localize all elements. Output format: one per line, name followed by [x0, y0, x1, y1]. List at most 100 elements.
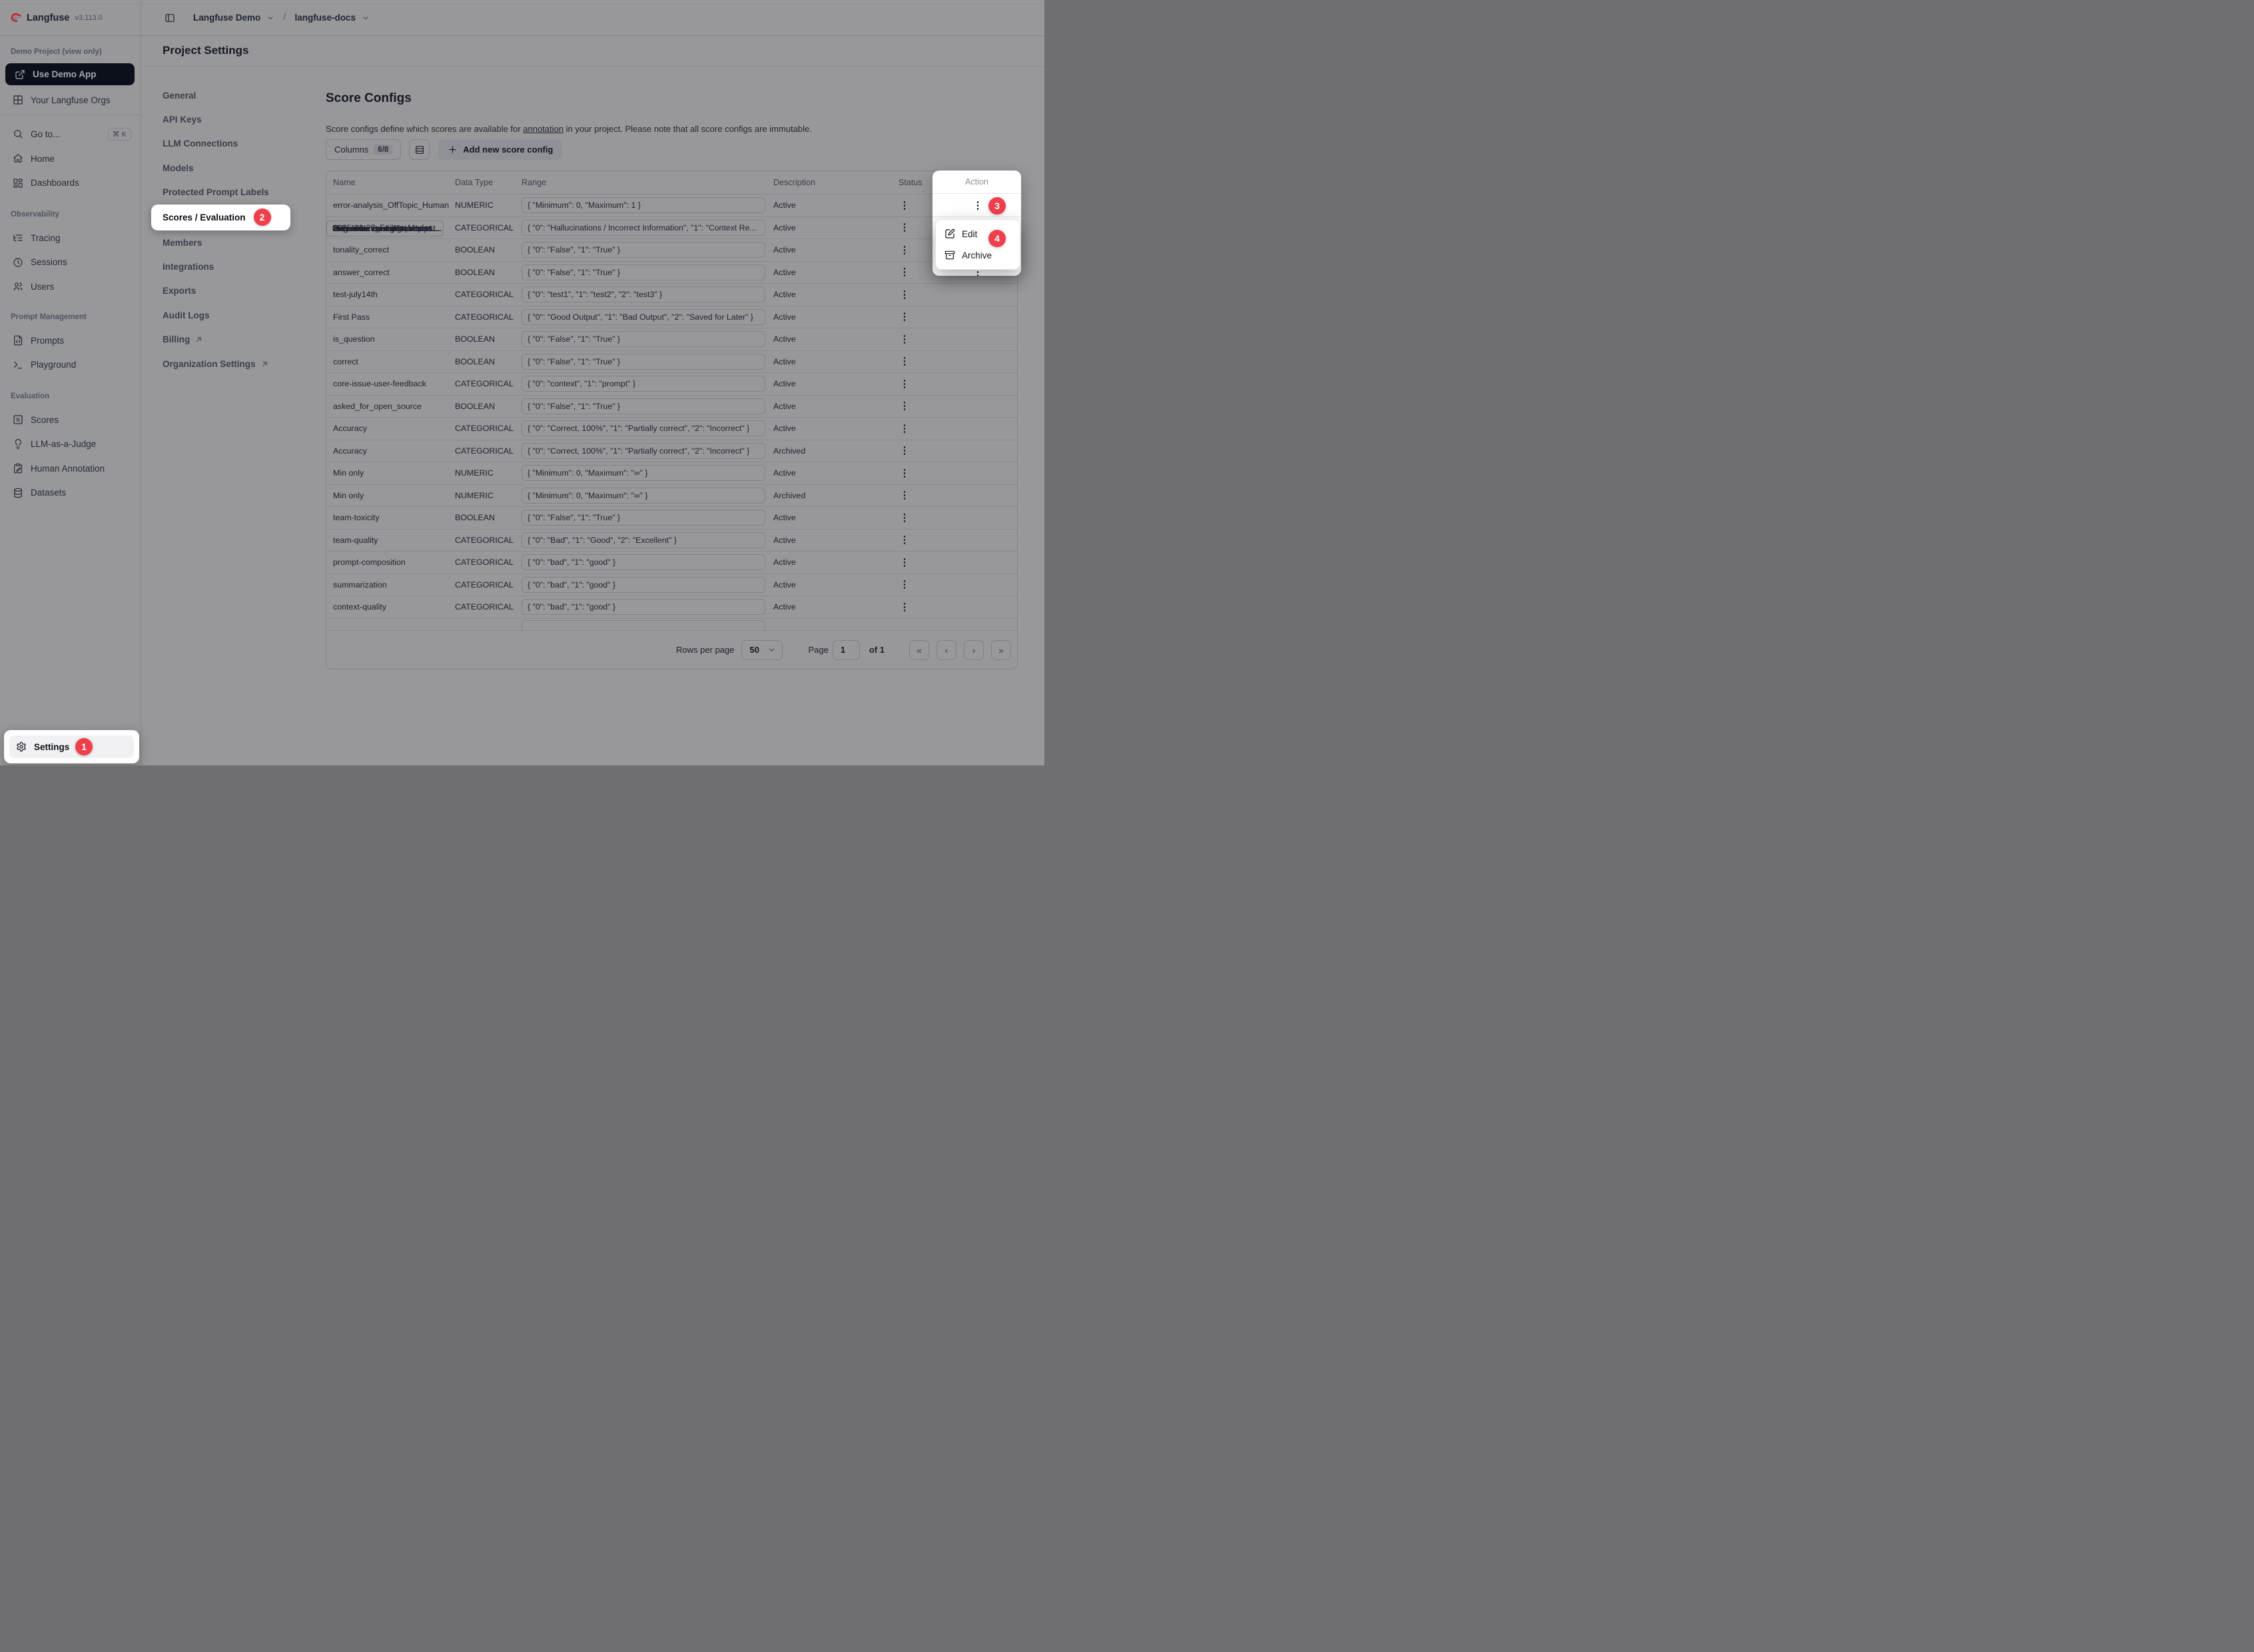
table-row: answer_correct BOOLEAN { "0": "False", "…	[326, 262, 1017, 284]
table-row: Accuracy CATEGORICAL { "0": "Correct, 10…	[326, 440, 1017, 463]
row-actions-kebab[interactable]: ⋮	[899, 379, 911, 389]
settings-nav-item[interactable]: Members	[151, 230, 290, 254]
cell-status: Active	[773, 290, 899, 299]
page-number-input[interactable]: 1	[833, 640, 860, 660]
row-actions-kebab[interactable]: ⋮	[899, 356, 911, 366]
rows-icon	[414, 145, 425, 155]
cell-status: Archived	[773, 491, 899, 500]
settings-nav-item[interactable]: Audit Logs	[151, 303, 290, 327]
action-menu-item[interactable]: Archive	[936, 244, 1020, 266]
rows-per-page-select[interactable]: 50	[741, 640, 783, 660]
sidebar-item-goto[interactable]: Go to... ⌘ K	[0, 122, 141, 147]
pagination-button[interactable]: «	[909, 640, 929, 660]
col-header-range[interactable]: Range	[522, 178, 773, 187]
pagination-button[interactable]: ‹	[937, 640, 956, 660]
row-actions-kebab[interactable]: ⋮	[972, 201, 984, 210]
annotation-link[interactable]: annotation	[523, 124, 564, 134]
sidebar-toggle-icon[interactable]	[165, 13, 175, 23]
action-menu-item[interactable]: Edit	[936, 223, 1020, 244]
pagination-button[interactable]: »	[991, 640, 1011, 660]
settings-nav-item[interactable]: Models	[151, 156, 290, 180]
row-height-button[interactable]	[409, 139, 430, 160]
table-row: Min only NUMERIC { "Minimum": 0, "Maximu…	[326, 485, 1017, 508]
table-body: error-analysis_OffTopic_Human NUMERIC { …	[326, 195, 1017, 630]
settings-nav-item[interactable]: Protected Prompt Labels	[151, 181, 290, 205]
page-title: Project Settings	[163, 44, 248, 57]
clock-icon	[13, 257, 23, 268]
cell-datatype: CATEGORICAL	[455, 602, 522, 612]
topbar: Langfuse v3.113.0 Langfuse Demo / langfu…	[0, 0, 1044, 36]
row-actions-kebab[interactable]: ⋮	[899, 558, 911, 568]
cell-action: ⋮	[899, 446, 972, 456]
settings-nav-item[interactable]: Organization Settings	[151, 352, 290, 376]
col-header-datatype[interactable]: Data Type	[455, 178, 522, 187]
edit-icon	[944, 228, 955, 239]
row-actions-kebab[interactable]: ⋮	[899, 424, 911, 434]
settings-nav-item[interactable]: Integrations	[151, 254, 290, 278]
page-label: Page	[809, 645, 829, 655]
cell-status: Active	[773, 468, 899, 478]
sidebar-item[interactable]: Playground	[0, 352, 141, 377]
step-badge-2: 2	[254, 208, 271, 226]
pagination-button[interactable]: ›	[964, 640, 984, 660]
sidebar-item[interactable]: Dashboards	[0, 171, 141, 196]
row-actions-kebab[interactable]: ⋮	[899, 580, 911, 590]
cell-datatype: BOOLEAN	[455, 357, 522, 366]
sidebar-item[interactable]: Human Annotation	[0, 456, 141, 481]
cell-datatype: CATEGORICAL	[455, 223, 522, 232]
sidebar-item[interactable]: Users	[0, 274, 141, 299]
settings-nav-item[interactable]: Scores / Evaluation 2	[151, 205, 290, 230]
cell-action: ⋮	[899, 379, 972, 389]
settings-nav-item[interactable]: LLM Connections	[151, 132, 290, 156]
sidebar-item[interactable]: Tracing	[0, 226, 141, 250]
row-actions-kebab[interactable]: ⋮	[899, 245, 911, 255]
sidebar-item-orgs[interactable]: Your Langfuse Orgs	[0, 88, 141, 113]
row-actions-kebab[interactable]: ⋮	[899, 468, 911, 478]
table-row: error-analysis_OffTopic_Human NUMERIC { …	[326, 195, 1017, 217]
row-actions-kebab[interactable]: ⋮	[899, 290, 911, 300]
table-row: First Pass CATEGORICAL { "0": "Good Outp…	[326, 306, 1017, 329]
add-score-config-button[interactable]: Add new score config	[438, 139, 562, 160]
rows-per-page-label: Rows per page	[676, 645, 734, 655]
columns-button[interactable]: Columns 6/8	[326, 139, 401, 160]
row-actions-kebab[interactable]: ⋮	[899, 602, 911, 612]
settings-nav-item[interactable]: General	[151, 83, 290, 107]
row-actions-kebab[interactable]: ⋮	[899, 401, 911, 411]
row-actions-kebab[interactable]: ⋮	[899, 267, 911, 277]
row-actions-kebab[interactable]: ⋮	[899, 490, 911, 500]
users-icon	[13, 281, 23, 292]
settings-nav-item[interactable]: Exports	[151, 279, 290, 303]
cell-range: { "0": "Hallucinations / Incorrect Infor…	[522, 220, 773, 236]
settings-nav-item[interactable]: API Keys	[151, 107, 290, 131]
sidebar-item[interactable]: Sessions	[0, 250, 141, 274]
row-actions-kebab[interactable]: ⋮	[899, 334, 911, 344]
sidebar-item[interactable]: Prompts	[0, 328, 141, 353]
cell-status: Active	[773, 245, 899, 254]
cell-range: { "0": "False", "1": "True" }	[522, 331, 773, 347]
row-actions-kebab[interactable]: ⋮	[899, 535, 911, 545]
settings-nav-item[interactable]: Billing	[151, 328, 290, 352]
row-actions-kebab[interactable]: ⋮	[899, 513, 911, 523]
step-badge-1: 1	[75, 738, 93, 755]
chevron-down-icon[interactable]	[266, 14, 274, 22]
row-actions-kebab[interactable]: ⋮	[899, 446, 911, 456]
use-demo-app-button[interactable]: Use Demo App	[5, 63, 135, 85]
chevron-down-icon[interactable]	[362, 14, 370, 22]
table-row: Min only NUMERIC { "Minimum": 0, "Maximu…	[326, 462, 1017, 485]
row-actions-kebab[interactable]: ⋮	[899, 312, 911, 322]
sidebar-item[interactable]: Scores	[0, 408, 141, 432]
cell-status: Active	[773, 334, 899, 344]
sidebar-item[interactable]: LLM-as-a-Judge	[0, 432, 141, 456]
row-actions-kebab[interactable]: ⋮	[899, 201, 911, 210]
sidebar-item[interactable]: Datasets	[0, 480, 141, 505]
sidebar-item[interactable]: Home	[0, 147, 141, 171]
col-header-description[interactable]: Description	[773, 178, 899, 187]
breadcrumb-org[interactable]: Langfuse Demo	[193, 13, 260, 23]
sidebar-item-settings[interactable]: Settings	[9, 735, 134, 758]
row-actions-kebab[interactable]: ⋮	[899, 222, 911, 232]
table-row: team-quality CATEGORICAL { "0": "Bad", "…	[326, 530, 1017, 552]
settings-nav: General API Keys LLM Connections Models …	[151, 83, 290, 376]
table-row: correct BOOLEAN { "0": "False", "1": "Tr…	[326, 351, 1017, 374]
col-header-name[interactable]: Name	[333, 178, 455, 187]
breadcrumb-project[interactable]: langfuse-docs	[294, 13, 356, 23]
